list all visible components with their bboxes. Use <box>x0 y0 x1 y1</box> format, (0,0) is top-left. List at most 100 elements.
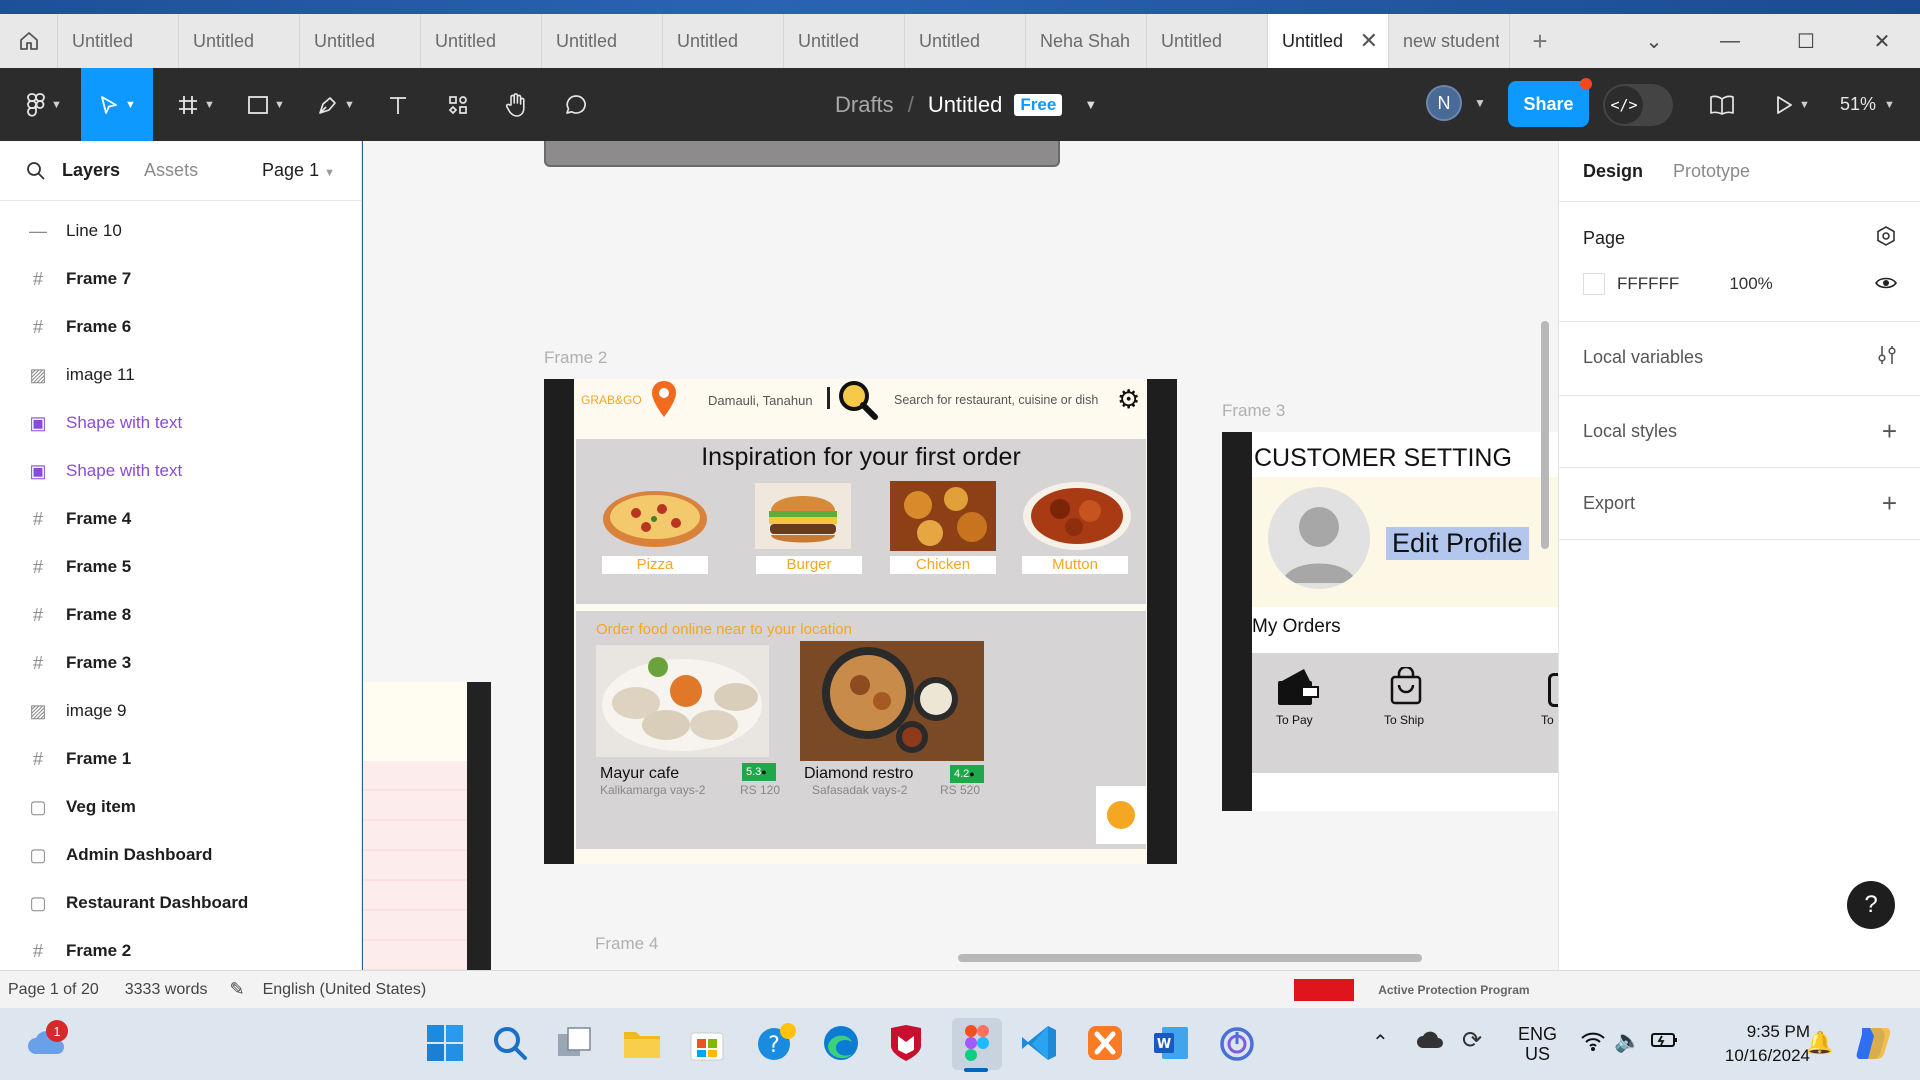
page-selector[interactable]: Page 1 ▼ <box>262 160 335 181</box>
search-icon[interactable] <box>491 1024 529 1067</box>
layer-item[interactable]: ▢ Veg item <box>0 783 361 831</box>
color-swatch[interactable] <box>1583 273 1605 295</box>
plus-icon[interactable]: + <box>1882 416 1897 447</box>
input-language[interactable]: ENG US <box>1518 1024 1557 1064</box>
move-tool-button[interactable]: ▼ <box>81 68 153 141</box>
file-tab[interactable]: Neha Shah <box>1026 14 1147 68</box>
frame-label[interactable]: Frame 4 <box>595 934 658 954</box>
page-fill-row[interactable]: FFFFFF 100% <box>1559 263 1920 305</box>
variables-icon[interactable] <box>1877 344 1897 371</box>
mcafee-icon[interactable] <box>888 1024 924 1067</box>
frame-label[interactable]: Frame 3 <box>1222 401 1285 421</box>
layer-item[interactable]: ▣ Shape with text <box>0 447 361 495</box>
chevron-up-icon[interactable]: ⌃ <box>1372 1030 1389 1055</box>
onedrive-icon[interactable] <box>1416 1030 1446 1055</box>
chevron-down-icon[interactable]: ▼ <box>1474 96 1486 110</box>
order-state-label[interactable]: To Pay <box>1276 713 1313 727</box>
layer-item[interactable]: # Frame 3 <box>0 639 361 687</box>
close-icon[interactable]: ✕ <box>1360 28 1378 54</box>
home-button[interactable] <box>0 14 58 68</box>
proofing-icon[interactable]: ✎ <box>229 979 244 1000</box>
layer-item[interactable]: # Frame 5 <box>0 543 361 591</box>
plus-icon[interactable]: + <box>1882 488 1897 519</box>
file-tab[interactable]: Untitled <box>542 14 663 68</box>
text-tool-button[interactable] <box>376 68 420 141</box>
tabs-dropdown-button[interactable]: ⌄ <box>1616 14 1692 68</box>
windows-start-icon[interactable] <box>426 1024 464 1062</box>
battery-icon[interactable] <box>1650 1030 1678 1055</box>
share-button[interactable]: Share <box>1508 81 1589 127</box>
category-label[interactable]: Pizza <box>602 556 708 574</box>
layer-item[interactable]: # Frame 6 <box>0 303 361 351</box>
category-label[interactable]: Chicken <box>890 556 996 574</box>
frame-tool-button[interactable]: ▼ <box>166 68 226 141</box>
close-window-button[interactable]: ✕ <box>1844 14 1920 68</box>
word-icon[interactable]: W <box>1152 1024 1190 1067</box>
avatar[interactable]: N <box>1426 85 1462 121</box>
horizontal-scrollbar[interactable] <box>958 954 1422 962</box>
eye-icon[interactable] <box>1875 274 1897 295</box>
resources-tool-button[interactable] <box>436 68 480 141</box>
page-count[interactable]: Page 1 of 20 <box>8 981 99 999</box>
design-canvas[interactable]: Frame 2 GRAB&GO Damauli, Tanahun Search … <box>363 141 1558 970</box>
edit-profile-button[interactable]: Edit Profile <box>1386 527 1529 560</box>
edge-browser-icon[interactable] <box>822 1024 860 1067</box>
category-label[interactable]: Burger <box>756 556 862 574</box>
layer-item[interactable]: ▢ Restaurant Dashboard <box>0 879 361 927</box>
file-tab[interactable]: new student <box>1389 14 1510 68</box>
wifi-icon[interactable] <box>1580 1030 1606 1057</box>
plan-badge[interactable]: Free <box>1014 93 1063 116</box>
pen-tool-button[interactable]: ▼ <box>306 68 366 141</box>
chat-fab[interactable] <box>1096 786 1146 844</box>
local-variables-row[interactable]: Local variables <box>1559 331 1920 383</box>
minimize-button[interactable]: — <box>1692 14 1768 68</box>
order-state-label[interactable]: To Ship <box>1384 713 1424 727</box>
file-tab[interactable]: Untitled <box>784 14 905 68</box>
sync-icon[interactable]: ⟳ <box>1462 1026 1482 1055</box>
file-title[interactable]: Untitled <box>928 92 1003 118</box>
file-tab[interactable]: Untitled <box>663 14 784 68</box>
file-tab[interactable]: Untitled <box>1147 14 1268 68</box>
present-button[interactable]: ▼ <box>1762 68 1822 141</box>
timer-app-icon[interactable] <box>1218 1024 1256 1067</box>
export-row[interactable]: Export + <box>1559 477 1920 529</box>
comment-tool-button[interactable] <box>554 68 598 141</box>
fill-opacity-input[interactable]: 100% <box>1729 274 1772 294</box>
color-palette-icon[interactable] <box>1875 225 1897 252</box>
zoom-dropdown[interactable]: 51% ▼ <box>1840 68 1895 141</box>
restaurant-name[interactable]: Mayur cafe <box>600 765 679 783</box>
copilot-icon[interactable] <box>1854 1024 1894 1067</box>
layer-item[interactable]: # Frame 1 <box>0 735 361 783</box>
order-state-label[interactable]: To <box>1541 713 1554 727</box>
category-label[interactable]: Mutton <box>1022 556 1128 574</box>
breadcrumb-drafts-link[interactable]: Drafts <box>835 92 894 118</box>
frame-2[interactable]: GRAB&GO Damauli, Tanahun Search for rest… <box>544 379 1177 864</box>
frame-label[interactable]: Frame 2 <box>544 348 607 368</box>
file-tab[interactable]: Untitled <box>58 14 179 68</box>
tab-layers[interactable]: Layers <box>62 160 120 181</box>
library-button[interactable] <box>1700 68 1744 141</box>
maximize-button[interactable]: ☐ <box>1768 14 1844 68</box>
vertical-scrollbar[interactable] <box>1541 321 1549 549</box>
file-tab[interactable]: Untitled <box>421 14 542 68</box>
file-tab-active[interactable]: Untitled ✕ <box>1268 14 1389 68</box>
fill-hex-input[interactable]: FFFFFF <box>1617 274 1679 294</box>
task-view-icon[interactable] <box>556 1026 594 1065</box>
layer-item[interactable]: ▨ image 11 <box>0 351 361 399</box>
word-count[interactable]: 3333 words <box>125 981 208 999</box>
tab-prototype[interactable]: Prototype <box>1673 161 1750 182</box>
search-icon[interactable] <box>26 161 46 181</box>
volume-icon[interactable]: 🔈 <box>1614 1028 1641 1054</box>
tab-design[interactable]: Design <box>1583 161 1643 182</box>
local-styles-row[interactable]: Local styles + <box>1559 405 1920 457</box>
hand-tool-button[interactable] <box>494 68 538 141</box>
tab-assets[interactable]: Assets <box>144 160 198 181</box>
language-indicator[interactable]: English (United States) <box>263 981 427 999</box>
layer-item[interactable]: # Frame 7 <box>0 255 361 303</box>
layer-item[interactable]: # Frame 8 <box>0 591 361 639</box>
layer-item[interactable]: # Frame 2 <box>0 927 361 975</box>
microsoft-store-icon[interactable] <box>688 1024 726 1067</box>
layer-item[interactable]: # Frame 4 <box>0 495 361 543</box>
restaurant-name[interactable]: Diamond restro <box>804 765 913 783</box>
help-button[interactable]: ? <box>1847 881 1895 929</box>
